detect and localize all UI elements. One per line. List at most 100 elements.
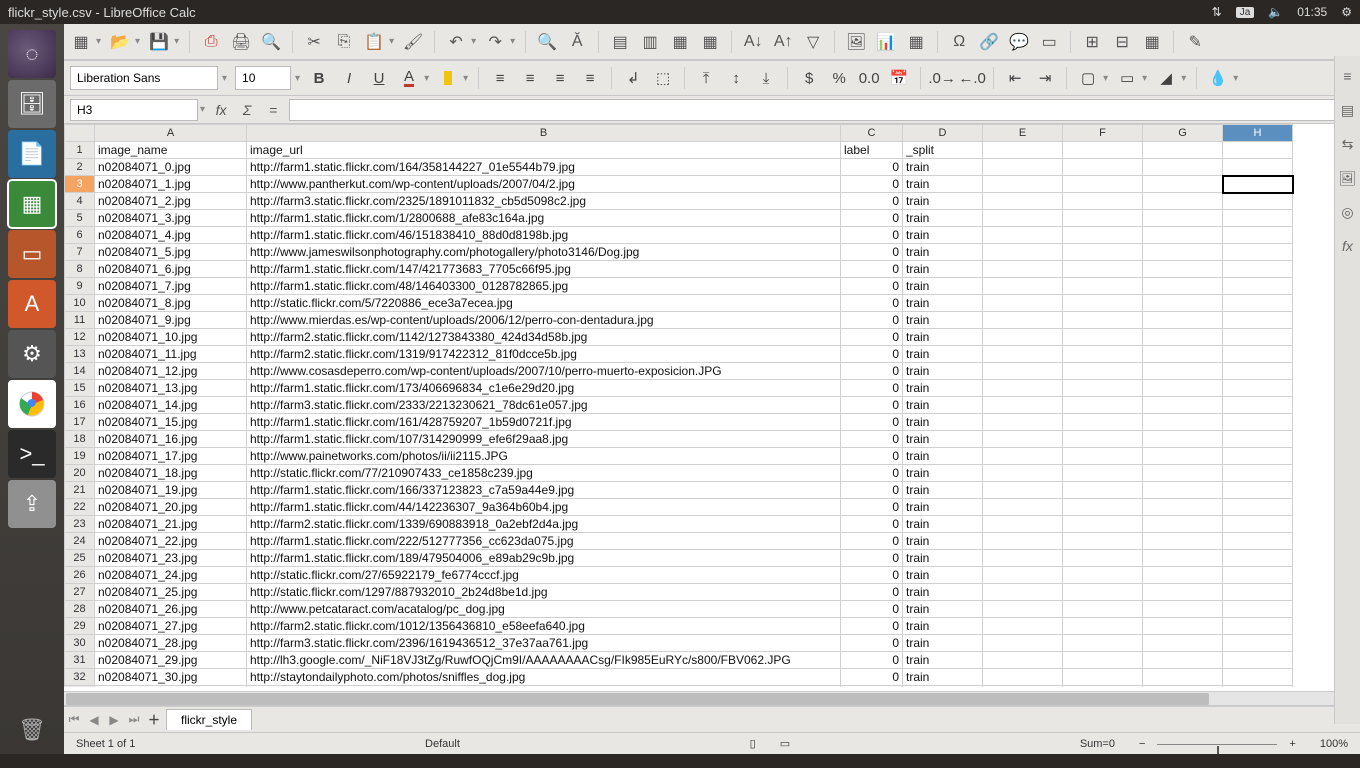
cell-C17[interactable]: 0 bbox=[841, 414, 903, 431]
cell-ref-dropdown-icon[interactable]: ▾ bbox=[200, 104, 205, 115]
cell-B32[interactable]: http://staytondailyphoto.com/photos/snif… bbox=[247, 669, 841, 686]
cell-G11[interactable] bbox=[1143, 312, 1223, 329]
cell-A18[interactable]: n02084071_16.jpg bbox=[95, 431, 247, 448]
valign-top-icon[interactable]: ⤒ bbox=[695, 67, 717, 89]
cell-E3[interactable] bbox=[983, 176, 1063, 193]
cell-C1[interactable]: label bbox=[841, 142, 903, 159]
cell-C22[interactable]: 0 bbox=[841, 499, 903, 516]
select-all-corner[interactable] bbox=[65, 125, 95, 142]
row-header-11[interactable]: 11 bbox=[65, 312, 95, 329]
cell-D26[interactable]: train bbox=[903, 567, 983, 584]
cell-F15[interactable] bbox=[1063, 380, 1143, 397]
cell-D6[interactable]: train bbox=[903, 227, 983, 244]
cell-A3[interactable]: n02084071_1.jpg bbox=[95, 176, 247, 193]
cell-F3[interactable] bbox=[1063, 176, 1143, 193]
sidebar-properties-icon[interactable]: ▤ bbox=[1339, 102, 1357, 120]
cell-C18[interactable]: 0 bbox=[841, 431, 903, 448]
tab-add-icon[interactable]: ＋ bbox=[144, 711, 164, 728]
cell-G26[interactable] bbox=[1143, 567, 1223, 584]
clock[interactable]: 01:35 bbox=[1297, 5, 1327, 19]
cell-A2[interactable]: n02084071_0.jpg bbox=[95, 159, 247, 176]
cond-format-dropdown-icon[interactable]: ▾ bbox=[1233, 73, 1238, 84]
cell-B24[interactable]: http://farm1.static.flickr.com/222/51277… bbox=[247, 533, 841, 550]
save-dropdown-icon[interactable]: ▾ bbox=[174, 36, 179, 47]
row-header-17[interactable]: 17 bbox=[65, 414, 95, 431]
cell-A5[interactable]: n02084071_3.jpg bbox=[95, 210, 247, 227]
cell-E33[interactable] bbox=[983, 686, 1063, 688]
cell-C23[interactable]: 0 bbox=[841, 516, 903, 533]
cell-H8[interactable] bbox=[1223, 261, 1293, 278]
cell-D22[interactable]: train bbox=[903, 499, 983, 516]
cell-E4[interactable] bbox=[983, 193, 1063, 210]
splitwin-icon[interactable]: ⊟ bbox=[1111, 31, 1133, 53]
underline-icon[interactable]: U bbox=[368, 67, 390, 89]
cell-A19[interactable]: n02084071_17.jpg bbox=[95, 448, 247, 465]
cell-C8[interactable]: 0 bbox=[841, 261, 903, 278]
launcher-terminal-icon[interactable]: >_ bbox=[8, 430, 56, 478]
cell-D1[interactable]: _split bbox=[903, 142, 983, 159]
cell-D31[interactable]: train bbox=[903, 652, 983, 669]
cell-B2[interactable]: http://farm1.static.flickr.com/164/35814… bbox=[247, 159, 841, 176]
cell-D29[interactable]: train bbox=[903, 618, 983, 635]
cell-H10[interactable] bbox=[1223, 295, 1293, 312]
zoom-in-icon[interactable]: + bbox=[1277, 738, 1307, 750]
row-header-7[interactable]: 7 bbox=[65, 244, 95, 261]
cell-A14[interactable]: n02084071_12.jpg bbox=[95, 363, 247, 380]
cell-C4[interactable]: 0 bbox=[841, 193, 903, 210]
save-icon[interactable]: 💾 bbox=[148, 31, 170, 53]
cell-G14[interactable] bbox=[1143, 363, 1223, 380]
cell-H31[interactable] bbox=[1223, 652, 1293, 669]
tab-prev-icon[interactable]: ◀ bbox=[84, 713, 104, 727]
cell-D27[interactable]: train bbox=[903, 584, 983, 601]
network-icon[interactable]: ⇅ bbox=[1212, 5, 1222, 19]
cell-G23[interactable] bbox=[1143, 516, 1223, 533]
new-icon[interactable]: ▦ bbox=[70, 31, 92, 53]
cell-H20[interactable] bbox=[1223, 465, 1293, 482]
cell-H7[interactable] bbox=[1223, 244, 1293, 261]
cell-B23[interactable]: http://farm2.static.flickr.com/1339/6908… bbox=[247, 516, 841, 533]
cell-A15[interactable]: n02084071_13.jpg bbox=[95, 380, 247, 397]
cell-F30[interactable] bbox=[1063, 635, 1143, 652]
cell-E7[interactable] bbox=[983, 244, 1063, 261]
hyperlink-icon[interactable]: 🔗 bbox=[978, 31, 1000, 53]
cell-E6[interactable] bbox=[983, 227, 1063, 244]
horizontal-scrollbar[interactable] bbox=[64, 691, 1334, 705]
cell-H27[interactable] bbox=[1223, 584, 1293, 601]
cell-D16[interactable]: train bbox=[903, 397, 983, 414]
cell-E29[interactable] bbox=[983, 618, 1063, 635]
cell-G27[interactable] bbox=[1143, 584, 1223, 601]
cell-F11[interactable] bbox=[1063, 312, 1143, 329]
cell-F1[interactable] bbox=[1063, 142, 1143, 159]
row-header-19[interactable]: 19 bbox=[65, 448, 95, 465]
col-header-G[interactable]: G bbox=[1143, 125, 1223, 142]
launcher-settings-icon[interactable]: ⚙ bbox=[8, 330, 56, 378]
cell-E11[interactable] bbox=[983, 312, 1063, 329]
row-header-25[interactable]: 25 bbox=[65, 550, 95, 567]
cell-H29[interactable] bbox=[1223, 618, 1293, 635]
autofilter-icon[interactable]: ▽ bbox=[802, 31, 824, 53]
cell-C33[interactable]: 0 bbox=[841, 686, 903, 688]
cell-D20[interactable]: train bbox=[903, 465, 983, 482]
align-center-icon[interactable]: ≡ bbox=[519, 67, 541, 89]
sort-desc-icon[interactable]: A↑ bbox=[772, 31, 794, 53]
cell-E15[interactable] bbox=[983, 380, 1063, 397]
cell-E25[interactable] bbox=[983, 550, 1063, 567]
cell-A11[interactable]: n02084071_9.jpg bbox=[95, 312, 247, 329]
cell-H13[interactable] bbox=[1223, 346, 1293, 363]
cell-C7[interactable]: 0 bbox=[841, 244, 903, 261]
wrap-icon[interactable]: ↲ bbox=[622, 67, 644, 89]
launcher-usb-icon[interactable]: ⇪ bbox=[8, 480, 56, 528]
cell-D12[interactable]: train bbox=[903, 329, 983, 346]
cell-F33[interactable] bbox=[1063, 686, 1143, 688]
cell-G1[interactable] bbox=[1143, 142, 1223, 159]
format-paintbrush-icon[interactable]: 🖌 bbox=[402, 31, 424, 53]
indent-dec-icon[interactable]: ⇤ bbox=[1004, 67, 1026, 89]
border-style-icon[interactable]: ▭ bbox=[1116, 67, 1138, 89]
cell-D17[interactable]: train bbox=[903, 414, 983, 431]
row-header-24[interactable]: 24 bbox=[65, 533, 95, 550]
cell-F32[interactable] bbox=[1063, 669, 1143, 686]
open-dropdown-icon[interactable]: ▾ bbox=[135, 36, 140, 47]
spellcheck-icon[interactable]: Ǎ bbox=[566, 31, 588, 53]
cell-F27[interactable] bbox=[1063, 584, 1143, 601]
row-header-32[interactable]: 32 bbox=[65, 669, 95, 686]
